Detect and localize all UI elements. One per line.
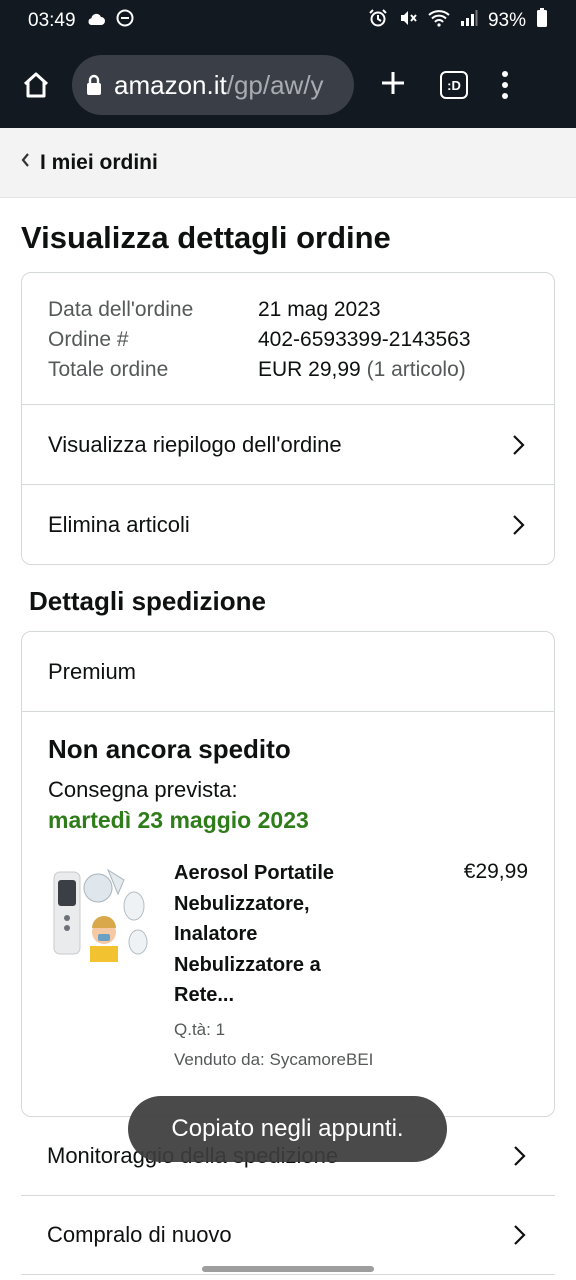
buy-again-label: Compralo di nuovo (47, 1222, 232, 1247)
product-quantity: Q.tà: 1 (174, 1019, 226, 1039)
copied-toast: Copiato negli appunti. (128, 1096, 447, 1162)
delete-items-link[interactable]: Elimina articoli (22, 485, 554, 564)
wifi-icon (428, 9, 450, 33)
buy-again-link[interactable]: Compralo di nuovo (21, 1196, 555, 1275)
order-info: Data dell'ordine 21 mag 2023 Ordine # 40… (22, 273, 554, 405)
cloud-icon (86, 10, 106, 32)
chevron-right-icon (514, 1146, 526, 1166)
more-menu-icon[interactable] (502, 71, 508, 99)
product-image[interactable] (48, 858, 152, 962)
status-bar: 03:49 93% (0, 0, 576, 42)
order-date-label: Data dell'ordine (48, 298, 194, 321)
chevron-right-icon (513, 515, 525, 535)
shipping-section-title: Dettagli spedizione (29, 586, 266, 616)
order-item-count: (1 articolo) (366, 358, 466, 381)
battery-percent: 93% (487, 10, 526, 31)
chevron-right-icon (514, 1225, 526, 1245)
signal-icon (460, 9, 478, 33)
order-date-value: 21 mag 2023 (258, 298, 381, 321)
lock-icon (86, 74, 102, 96)
url-host: amazon.it (114, 69, 227, 100)
delivery-date: martedì 23 maggio 2023 (48, 807, 309, 833)
product-seller: Venduto da: SycamoreBEI (174, 1049, 374, 1069)
url-path: /gp/aw/y (226, 69, 324, 100)
do-not-disturb-icon (116, 9, 134, 33)
order-item: Aerosol Portatile Nebulizzatore, Inalato… (48, 858, 528, 1073)
product-price: €29,99 (463, 860, 528, 883)
shipment-status: Non ancora spedito (48, 734, 291, 764)
order-number-label: Ordine # (48, 328, 129, 351)
url-bar[interactable]: amazon.it/gp/aw/y (72, 55, 354, 115)
browser-toolbar: amazon.it/gp/aw/y :D (0, 42, 576, 128)
view-order-summary-label: Visualizza riepilogo dell'ordine (48, 431, 342, 457)
home-button[interactable] (16, 65, 56, 105)
breadcrumb-label: I miei ordini (40, 150, 158, 174)
view-order-summary-link[interactable]: Visualizza riepilogo dell'ordine (22, 405, 554, 485)
mute-icon (398, 8, 418, 34)
order-summary-card: Data dell'ordine 21 mag 2023 Ordine # 40… (21, 272, 555, 565)
order-number-value[interactable]: 402-6593399-2143563 (258, 325, 471, 355)
home-icon (23, 72, 49, 98)
status-time: 03:49 (28, 10, 76, 31)
chevron-right-icon (513, 434, 525, 455)
plus-icon (382, 71, 404, 94)
page-title: Visualizza dettagli ordine (21, 220, 391, 255)
delivery-label: Consegna prevista: (48, 777, 238, 802)
new-tab-button[interactable] (380, 70, 406, 101)
alarm-icon (368, 8, 388, 34)
delete-items-label: Elimina articoli (48, 512, 190, 537)
battery-icon (536, 8, 548, 34)
product-title[interactable]: Aerosol Portatile Nebulizzatore, Inalato… (174, 858, 374, 1011)
chevron-left-icon (20, 152, 30, 173)
gesture-navigation-bar[interactable] (202, 1266, 374, 1272)
order-total-label: Totale ordine (48, 358, 169, 381)
shipping-type: Premium (22, 632, 554, 712)
back-to-orders-link[interactable]: I miei ordini (0, 128, 576, 198)
shipment-card: Premium Non ancora spedito Consegna prev… (21, 631, 555, 1117)
order-total-value: EUR 29,99 (258, 358, 361, 381)
tab-switcher-button[interactable]: :D (440, 71, 468, 99)
